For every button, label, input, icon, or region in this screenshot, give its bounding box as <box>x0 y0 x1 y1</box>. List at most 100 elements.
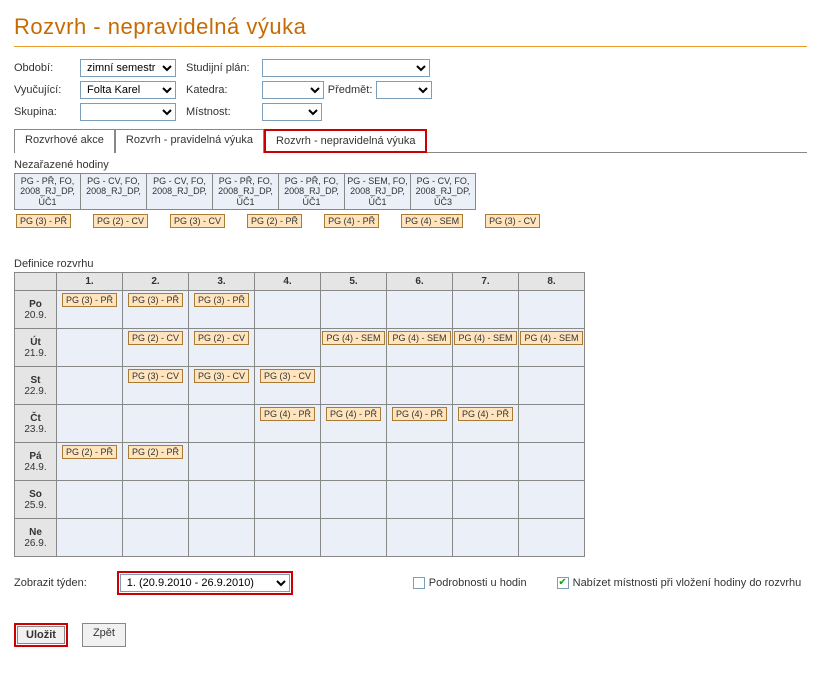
grid-cell[interactable]: PG (2) - PŘ <box>123 443 189 481</box>
lesson-chip[interactable]: PG (3) - CV <box>485 214 540 228</box>
offer-checkbox[interactable]: ✔ Nabízet místnosti při vložení hodiny d… <box>557 577 802 589</box>
lesson-chip[interactable]: PG (4) - PŘ <box>324 214 379 228</box>
unassigned-cell[interactable]: PG - CV, FO, 2008_RJ_DP, <box>80 173 146 210</box>
grid-cell[interactable] <box>519 443 585 481</box>
grid-cell[interactable] <box>387 291 453 329</box>
grid-cell[interactable]: PG (4) - SEM <box>387 329 453 367</box>
grid-cell[interactable]: PG (3) - PŘ <box>123 291 189 329</box>
grid-cell[interactable]: PG (4) - SEM <box>321 329 387 367</box>
grid-cell[interactable] <box>453 519 519 557</box>
grid-cell[interactable] <box>255 481 321 519</box>
col-header: 7. <box>453 273 519 291</box>
col-header: 2. <box>123 273 189 291</box>
chips-row: PG (3) - PŘ PG (2) - CV PG (3) - CV PG (… <box>14 214 807 228</box>
grid-cell[interactable] <box>189 405 255 443</box>
grid-cell[interactable] <box>519 481 585 519</box>
unassigned-cell[interactable]: PG - SEM, FO, 2008_RJ_DP, ÚČ1 <box>344 173 410 210</box>
unassigned-cell[interactable]: PG - CV, FO, 2008_RJ_DP, ÚČ3 <box>410 173 476 210</box>
unassigned-cell[interactable]: PG - CV, FO, 2008_RJ_DP, <box>146 173 212 210</box>
lesson-chip[interactable]: PG (2) - PŘ <box>247 214 302 228</box>
definition-title: Definice rozvrhu <box>14 258 807 270</box>
tab-regular[interactable]: Rozvrh - pravidelná výuka <box>115 129 264 153</box>
grid-cell[interactable] <box>519 291 585 329</box>
save-button[interactable]: Uložit <box>14 623 68 647</box>
grid-cell[interactable]: PG (4) - PŘ <box>321 405 387 443</box>
grid-row: Ne26.9. <box>15 519 585 557</box>
grid-cell[interactable]: PG (4) - PŘ <box>453 405 519 443</box>
dept-select[interactable] <box>262 81 324 99</box>
dept-label: Katedra: <box>186 84 256 96</box>
tab-irregular[interactable]: Rozvrh - nepravidelná výuka <box>264 129 427 153</box>
unassigned-title: Nezařazené hodiny <box>14 159 807 171</box>
grid-cell[interactable]: PG (3) - PŘ <box>57 291 123 329</box>
grid-cell[interactable] <box>123 519 189 557</box>
grid-cell[interactable] <box>123 481 189 519</box>
grid-cell[interactable] <box>387 519 453 557</box>
grid-cell[interactable]: PG (4) - SEM <box>453 329 519 367</box>
grid-cell[interactable] <box>519 519 585 557</box>
grid-cell[interactable] <box>387 367 453 405</box>
grid-cell[interactable] <box>57 519 123 557</box>
grid-cell[interactable]: PG (3) - PŘ <box>189 291 255 329</box>
grid-cell[interactable] <box>387 481 453 519</box>
grid-cell[interactable] <box>453 443 519 481</box>
grid-cell[interactable] <box>57 481 123 519</box>
grid-cell[interactable]: PG (3) - CV <box>255 367 321 405</box>
grid-cell[interactable] <box>519 367 585 405</box>
detail-checkbox[interactable]: Podrobnosti u hodin <box>413 577 527 589</box>
grid-cell[interactable] <box>453 367 519 405</box>
tab-actions[interactable]: Rozvrhové akce <box>14 129 115 153</box>
grid-cell[interactable] <box>57 329 123 367</box>
row-header: St22.9. <box>15 367 57 405</box>
grid-cell[interactable]: PG (2) - PŘ <box>57 443 123 481</box>
grid-cell[interactable] <box>189 443 255 481</box>
week-select[interactable]: 1. (20.9.2010 - 26.9.2010) <box>120 574 290 592</box>
back-button[interactable]: Zpět <box>82 623 126 647</box>
grid-cell[interactable]: PG (3) - CV <box>123 367 189 405</box>
grid-cell[interactable] <box>57 367 123 405</box>
grid-cell[interactable] <box>453 481 519 519</box>
grid-cell[interactable] <box>189 519 255 557</box>
subject-select[interactable] <box>376 81 432 99</box>
grid-row: Út21.9. PG (2) - CV PG (2) - CV PG (4) -… <box>15 329 585 367</box>
lesson-chip[interactable]: PG (3) - PŘ <box>16 214 71 228</box>
grid-cell[interactable]: PG (2) - CV <box>123 329 189 367</box>
grid-cell[interactable] <box>255 291 321 329</box>
grid-row: Čt23.9. PG (4) - PŘ PG (4) - PŘ PG (4) -… <box>15 405 585 443</box>
group-select[interactable] <box>80 103 176 121</box>
grid-cell[interactable] <box>57 405 123 443</box>
grid-cell[interactable] <box>255 519 321 557</box>
room-select[interactable] <box>262 103 322 121</box>
grid-cell[interactable] <box>321 481 387 519</box>
plan-select[interactable] <box>262 59 430 77</box>
lesson-chip[interactable]: PG (4) - SEM <box>401 214 463 228</box>
grid-cell[interactable]: PG (3) - CV <box>189 367 255 405</box>
grid-cell[interactable]: PG (4) - SEM <box>519 329 585 367</box>
grid-cell[interactable] <box>321 443 387 481</box>
unassigned-cell[interactable]: PG - PŘ, FO, 2008_RJ_DP, ÚČ1 <box>278 173 344 210</box>
grid-cell[interactable] <box>321 519 387 557</box>
grid-cell[interactable] <box>387 443 453 481</box>
detail-checkbox-label: Podrobnosti u hodin <box>429 577 527 589</box>
grid-cell[interactable] <box>123 405 189 443</box>
grid-cell[interactable] <box>453 291 519 329</box>
grid-cell[interactable]: PG (4) - PŘ <box>255 405 321 443</box>
grid-cell[interactable] <box>519 405 585 443</box>
col-header: 4. <box>255 273 321 291</box>
grid-cell[interactable] <box>255 443 321 481</box>
grid-cell[interactable] <box>321 367 387 405</box>
lesson-chip[interactable]: PG (3) - CV <box>170 214 225 228</box>
grid-cell[interactable] <box>321 291 387 329</box>
grid-cell[interactable]: PG (2) - CV <box>189 329 255 367</box>
unassigned-cell[interactable]: PG - PŘ, FO, 2008_RJ_DP, ÚČ1 <box>14 173 80 210</box>
grid-cell[interactable]: PG (4) - PŘ <box>387 405 453 443</box>
grid-cell[interactable] <box>189 481 255 519</box>
teacher-select[interactable]: Folta Karel <box>80 81 176 99</box>
row-header: Út21.9. <box>15 329 57 367</box>
unassigned-cell[interactable]: PG - PŘ, FO, 2008_RJ_DP, ÚČ1 <box>212 173 278 210</box>
period-select[interactable]: zimní semestr <box>80 59 176 77</box>
lesson-chip[interactable]: PG (2) - CV <box>93 214 148 228</box>
subject-label: Předmět: <box>328 84 373 96</box>
grid-cell[interactable] <box>255 329 321 367</box>
teacher-label: Vyučující: <box>14 84 74 96</box>
